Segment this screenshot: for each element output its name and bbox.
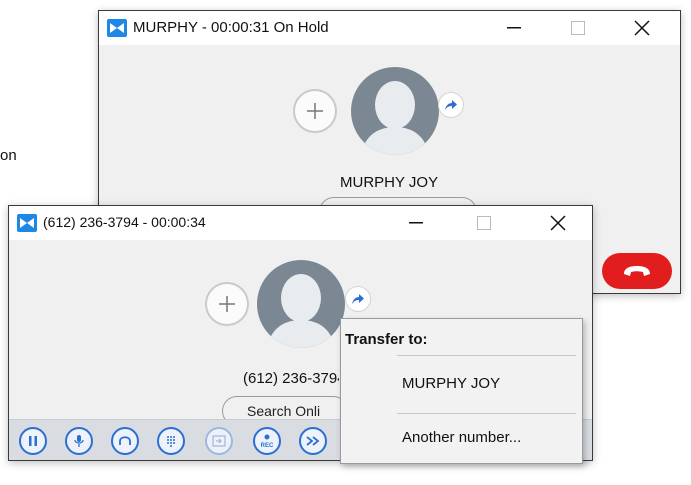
keypad-button[interactable] — [157, 427, 185, 455]
contact-avatar-icon — [361, 81, 429, 155]
menu-item-label: Another number... — [402, 429, 522, 446]
app-logo-icon — [107, 19, 127, 37]
maximize-button[interactable] — [555, 11, 601, 45]
close-button[interactable] — [535, 206, 581, 240]
window-title: MURPHY - 00:00:31 On Hold — [133, 19, 329, 36]
app-logo-icon — [17, 214, 37, 232]
transfer-icon — [445, 100, 457, 110]
close-icon — [634, 20, 650, 36]
menu-separator — [397, 413, 576, 414]
background-text-fragment: on — [0, 147, 17, 164]
hangup-button[interactable] — [602, 253, 672, 289]
transfer-arrow-icon — [306, 436, 320, 446]
transfer-toolbar-button[interactable] — [299, 427, 327, 455]
park-button[interactable] — [205, 427, 233, 455]
title-bar: MURPHY - 00:00:31 On Hold — [99, 11, 680, 45]
add-call-button[interactable] — [205, 282, 249, 326]
transfer-menu: Transfer to: MURPHY JOY Another number..… — [340, 318, 583, 464]
maximize-icon — [571, 21, 585, 35]
add-call-button[interactable] — [293, 89, 337, 133]
menu-item-label: MURPHY JOY — [402, 375, 501, 392]
microphone-icon — [74, 435, 84, 447]
contact-number-clip: (612) 236-3794 — [243, 370, 339, 390]
record-icon: REC — [261, 434, 274, 449]
search-online-label: Search Onli — [247, 403, 321, 419]
add-call-icon — [307, 103, 323, 119]
maximize-icon — [477, 216, 491, 230]
close-icon — [550, 215, 566, 231]
window-title: (612) 236-3794 - 00:00:34 — [43, 214, 206, 230]
pause-icon — [29, 436, 37, 446]
contact-number: (612) 236-3794 — [243, 370, 339, 387]
add-call-icon — [219, 296, 235, 312]
transfer-button[interactable] — [345, 286, 371, 312]
minimize-button[interactable] — [393, 206, 439, 240]
mute-button[interactable] — [65, 427, 93, 455]
contact-avatar-icon — [267, 274, 335, 348]
maximize-button[interactable] — [461, 206, 507, 240]
contact-avatar — [351, 67, 439, 155]
transfer-menu-item-murphy-joy[interactable]: MURPHY JOY — [341, 363, 582, 405]
minimize-icon — [409, 222, 423, 224]
contact-name: MURPHY JOY — [340, 174, 439, 191]
headset-icon — [119, 436, 131, 445]
transfer-menu-header: Transfer to: — [345, 331, 428, 348]
close-button[interactable] — [619, 11, 665, 45]
hangup-icon — [624, 266, 650, 276]
transfer-button[interactable] — [438, 92, 464, 118]
contact-avatar — [257, 260, 345, 348]
transfer-icon — [352, 294, 364, 304]
record-label: REC — [261, 443, 274, 449]
record-button[interactable]: REC — [253, 427, 281, 455]
menu-separator — [397, 355, 576, 356]
hold-button[interactable] — [19, 427, 47, 455]
audio-device-button[interactable] — [111, 427, 139, 455]
transfer-menu-item-another-number[interactable]: Another number... — [341, 417, 582, 459]
park-icon — [212, 435, 226, 447]
title-bar: (612) 236-3794 - 00:00:34 — [9, 206, 592, 240]
minimize-button[interactable] — [491, 11, 537, 45]
minimize-icon — [507, 27, 521, 29]
keypad-icon — [167, 436, 175, 447]
